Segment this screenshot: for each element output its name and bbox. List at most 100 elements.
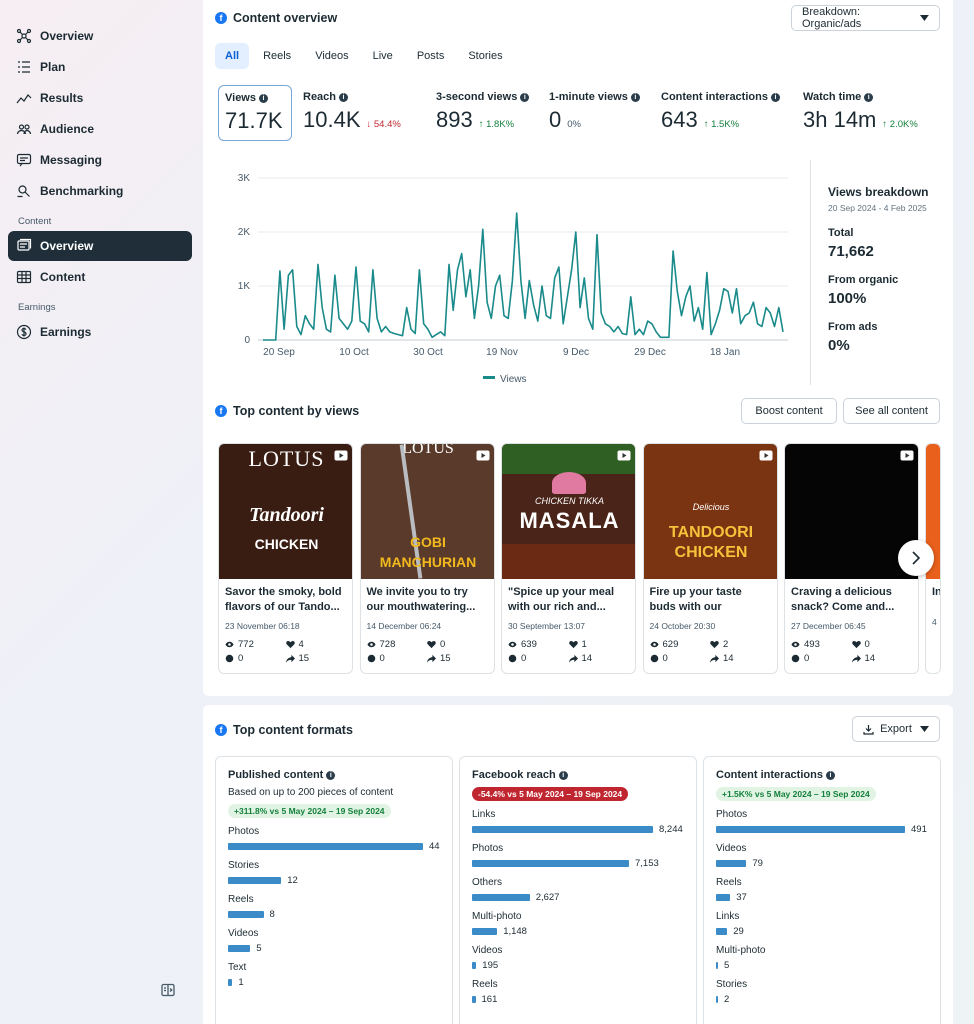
info-icon[interactable]: i [770,92,780,102]
sidebar-item-content-content[interactable]: Content [8,262,192,292]
post-thumbnail[interactable]: LOTUS GOBI MANCHURIAN [360,444,494,579]
metric-label-text: Reach [303,91,337,103]
message-icon [16,153,32,167]
nav-section-content: Content [18,216,52,227]
sidebar-item-label: Results [40,91,84,105]
post-thumbnail[interactable]: CHICKEN TIKKA MASALA [502,444,635,579]
post-card[interactable]: CHICKEN TIKKA MASALA "Spice up your meal w… [501,443,636,674]
format-row-label: Reels [716,877,742,888]
post-card[interactable]: LOTUS Tandoori CHICKEN Savor the smoky, bol… [218,443,353,674]
sidebar-item-results[interactable]: Results [8,83,192,113]
post-date: 27 December 06:45 [791,621,866,631]
tab-videos[interactable]: Videos [305,43,358,69]
format-row-value: 491 [911,824,927,835]
see-all-content-button[interactable]: See all content [843,398,940,424]
metric-content-interactions[interactable]: Content interactions i 643 ↑ 1.5K% [655,85,793,141]
organic-value: 100% [828,290,867,307]
metric-1-minute-views[interactable]: 1-minute views i 0 0% [543,85,648,141]
metric-reach[interactable]: Reach i 10.4K ↓ 54.4% [297,85,422,141]
info-icon[interactable]: i [326,770,336,780]
post-likes: 1 [568,639,630,650]
y-tick-label: 1K [238,281,250,292]
post-comments-value: 0 [379,653,385,664]
thumb-text: TANDOORI [668,524,754,541]
format-bar [716,826,905,833]
metric-label: 1-minute views i [549,91,642,103]
export-button[interactable]: Export [852,716,940,742]
breakdown-dropdown-label: Breakdown: Organic/ads [802,6,862,30]
thumb-text: CHICKEN [254,536,319,552]
metric-3-second-views[interactable]: 3-second views i 893 ↑ 1.8K% [430,85,540,141]
boost-content-button[interactable]: Boost content [741,398,837,424]
metric-views[interactable]: Views i 71.7K [218,85,292,141]
post-stats: 728 0 0 15 [361,631,494,664]
info-icon[interactable]: i [339,92,349,102]
post-shares-value: 14 [581,653,593,664]
format-bar [472,826,653,833]
breakdown-dropdown[interactable]: Breakdown: Organic/ads [791,5,940,31]
tab-live[interactable]: Live [363,43,403,69]
post-date: 30 September 13:07 [508,621,586,631]
heart-icon [710,640,719,649]
info-icon[interactable]: i [520,92,530,102]
carousel-next-button[interactable] [898,540,934,576]
metric-watch-time[interactable]: Watch time i 3h 14m ↑ 2.0K% [797,85,947,141]
export-label: Export [880,723,912,735]
comment-icon [225,654,234,663]
x-tick-label: 10 Oct [339,347,369,358]
tab-all[interactable]: All [215,43,250,69]
panel-title: Facebook reach i [472,769,684,781]
comment-icon [650,654,658,663]
format-row-value: 37 [736,892,747,903]
format-row: Stories 12 [228,860,440,886]
trend-icon [16,94,32,104]
views-breakdown-title: Views breakdown [828,185,929,199]
post-thumbnail[interactable]: Delicious TANDOORI CHICKEN [643,444,777,579]
format-row: Text 1 [228,962,440,988]
sidebar-item-overview[interactable]: Overview [8,21,192,51]
heart-icon [851,640,861,649]
sidebar-item-audience[interactable]: Audience [8,114,192,144]
tab-reels[interactable]: Reels [253,43,301,69]
caret-down-icon [919,726,929,732]
format-row-value: 5 [724,960,730,971]
post-card[interactable]: Delicious TANDOORI CHICKEN Fire up your tas… [642,443,778,674]
tab-stories[interactable]: Stories [458,43,512,69]
post-stats: 772 4 0 15 [219,631,352,664]
post-shares-value: 15 [298,653,310,664]
metric-value: 10.4K [303,107,361,132]
comparison-pill: -54.4% vs 5 May 2024 – 19 Sep 2024 [472,787,629,801]
post-card[interactable]: LOTUS GOBI MANCHURIAN We invite you to try … [359,443,495,674]
info-icon[interactable]: i [864,92,874,102]
post-comments-value: 0 [662,653,668,664]
post-shares: 14 [710,653,771,664]
info-icon[interactable]: i [825,770,835,780]
post-views-value: 639 [521,639,537,650]
post-thumbnail[interactable]: LOTUS Tandoori CHICKEN [219,444,352,579]
info-icon[interactable]: i [630,92,640,102]
info-icon[interactable]: i [558,770,568,780]
format-row-label: Reels [228,894,254,905]
info-icon[interactable]: i [259,93,268,103]
sidebar-item-plan[interactable]: Plan [8,52,192,82]
sidebar-item-earnings[interactable]: Earnings [8,317,192,347]
post-caption: In [932,586,940,598]
sidebar-collapse-icon[interactable] [160,982,176,998]
sidebar-item-content-overview[interactable]: Overview [8,231,192,261]
sidebar-item-messaging[interactable]: Messaging [8,145,192,175]
metric-change: 0% [567,119,581,130]
metric-label: Content interactions i [661,91,787,103]
ads-value: 0% [828,337,850,354]
metric-label: Views i [225,92,285,104]
post-date: 23 November 06:18 [225,621,300,631]
post-views-value: 728 [379,639,396,650]
post-stats: 493 0 0 14 [785,631,918,664]
x-tick-label: 18 Jan [710,347,740,358]
format-row: Videos 195 [472,945,684,971]
format-bar [472,860,629,867]
format-row: Videos 5 [228,928,440,954]
metric-value: 0 [549,107,562,132]
post-date: 4 [932,617,937,627]
tab-posts[interactable]: Posts [407,43,455,69]
sidebar-item-benchmarking[interactable]: Benchmarking [8,176,192,206]
